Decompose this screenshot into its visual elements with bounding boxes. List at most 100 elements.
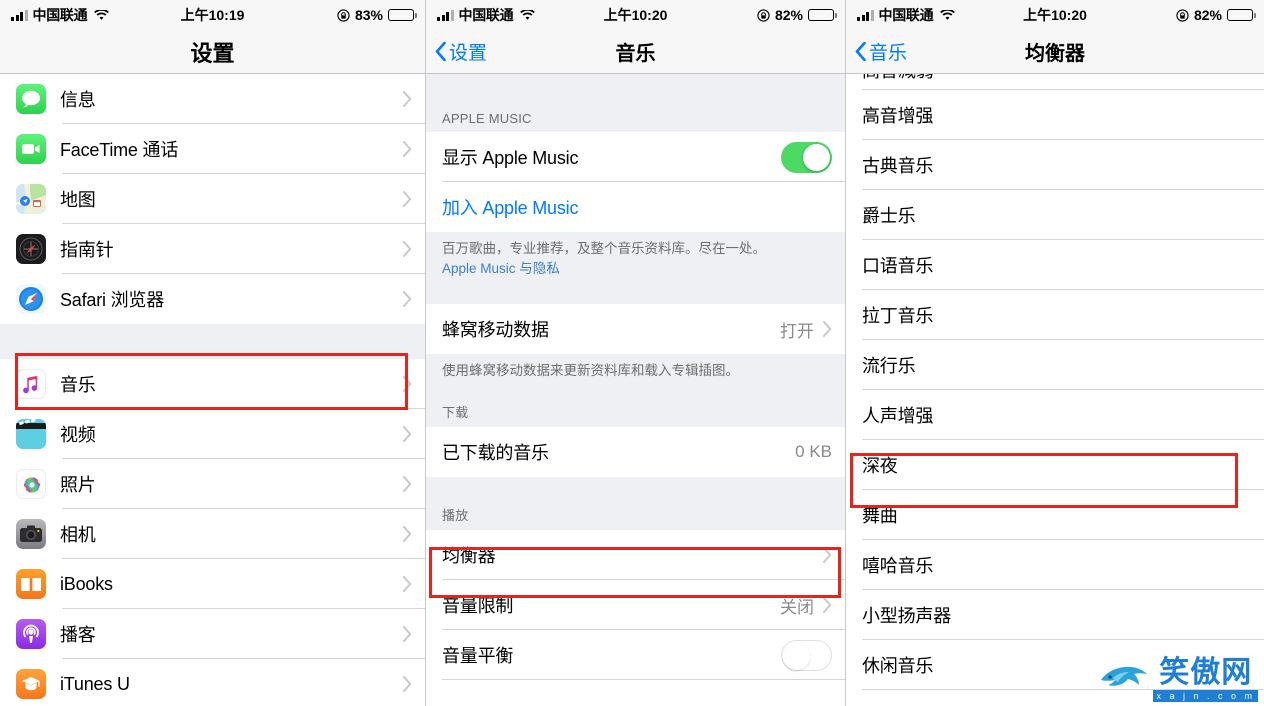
row-downloaded-music[interactable]: 已下载的音乐 0 KB	[426, 427, 845, 477]
row-label: 蜂窝移动数据	[442, 320, 549, 340]
row-label: 高音减弱	[862, 74, 934, 83]
chevron-right-icon	[403, 91, 412, 107]
back-button-label: 设置	[449, 43, 488, 64]
eq-item-jazz[interactable]: 爵士乐	[846, 190, 1264, 240]
chevron-right-icon	[403, 376, 412, 392]
row-accessory: 打开	[780, 317, 845, 342]
sidebar-item-podcasts[interactable]: 播客	[0, 609, 425, 659]
row-accessory	[403, 291, 425, 307]
row-value: 0 KB	[795, 442, 832, 461]
settings-list-group-1: 信息 FaceTime 通话 地图 指南针 Safari 浏览器	[0, 74, 425, 324]
settings-list-group-2: 音乐 视频 照片 相机 iBooks 播客 iTunes U	[0, 359, 425, 706]
row-label: 视频	[60, 425, 96, 445]
eq-item-spoken-word[interactable]: 口语音乐	[846, 240, 1264, 290]
eq-item-treble-boost[interactable]: 高音增强	[846, 90, 1264, 140]
row-accessory	[823, 547, 845, 563]
battery-icon	[1227, 9, 1256, 21]
back-button-music[interactable]: 音乐	[846, 38, 907, 65]
chevron-right-icon	[403, 241, 412, 257]
podcasts-icon	[16, 619, 46, 649]
row-volume-balance[interactable]: 音量平衡	[426, 630, 845, 680]
chevron-right-icon	[403, 526, 412, 542]
row-volume-limit[interactable]: 音量限制 关闭	[426, 580, 845, 630]
equalizer-list: 高音增强 古典音乐 爵士乐 口语音乐 拉丁音乐 流行乐 人声增强 深夜 舞曲 嘻…	[846, 90, 1264, 690]
row-label: 照片	[60, 475, 96, 495]
messages-icon	[16, 84, 46, 114]
itunesu-icon	[16, 669, 46, 699]
panel-music-settings: 中国联通 上午10:20 82% 设置 音乐 APPLE MUSIC 显示 Ap…	[425, 0, 845, 706]
camera-icon	[16, 519, 46, 549]
chevron-right-icon	[403, 576, 412, 592]
nav-bar-3: 音乐 均衡器	[846, 30, 1264, 74]
eq-item-vocal-booster[interactable]: 人声增强	[846, 390, 1264, 440]
group-separator	[426, 477, 845, 502]
watermark-text: 笑傲网 x a j n . c o m	[1153, 658, 1258, 702]
carrier-label: 中国联通	[458, 7, 514, 23]
row-label: 音乐	[60, 375, 96, 395]
eq-item-dance[interactable]: 舞曲	[846, 490, 1264, 540]
row-accessory	[403, 141, 425, 157]
sidebar-item-photos[interactable]: 照片	[0, 459, 425, 509]
show-apple-music-toggle[interactable]	[781, 141, 832, 173]
page-title: 音乐	[615, 43, 656, 65]
status-bar-3: 中国联通 上午10:20 82%	[846, 0, 1264, 30]
apple-music-privacy-link[interactable]: Apple Music 与隐私	[442, 261, 560, 276]
row-label: 播客	[60, 625, 96, 645]
sidebar-item-videos[interactable]: 视频	[0, 409, 425, 459]
eq-item-pop[interactable]: 流行乐	[846, 340, 1264, 390]
volume-balance-toggle[interactable]	[781, 639, 832, 671]
footer-cellular: 使用蜂窝移动数据来更新资料库和载入专辑插图。	[426, 354, 845, 396]
facetime-icon	[16, 134, 46, 164]
sidebar-item-messages[interactable]: 信息	[0, 74, 425, 124]
sidebar-item-facetime[interactable]: FaceTime 通话	[0, 124, 425, 174]
eq-item-classical[interactable]: 古典音乐	[846, 140, 1264, 190]
row-cellular-data[interactable]: 蜂窝移动数据 打开	[426, 304, 845, 354]
row-label: 流行乐	[862, 356, 916, 376]
status-bar-1: 中国联通 上午10:19 83%	[0, 0, 425, 30]
eq-item-small-speakers[interactable]: 小型扬声器	[846, 590, 1264, 640]
status-bar-2: 中国联通 上午10:20 82%	[426, 0, 845, 30]
sidebar-item-maps[interactable]: 地图	[0, 174, 425, 224]
rotation-lock-icon	[337, 8, 350, 22]
row-equalizer[interactable]: 均衡器	[426, 530, 845, 580]
chevron-right-icon	[403, 626, 412, 642]
section-header-download: 下载	[426, 396, 845, 427]
row-label: 加入 Apple Music	[442, 198, 579, 218]
eq-item-late-night[interactable]: 深夜	[846, 440, 1264, 490]
sidebar-item-safari[interactable]: Safari 浏览器	[0, 274, 425, 324]
sidebar-item-ibooks[interactable]: iBooks	[0, 559, 425, 609]
row-label: 相机	[60, 525, 96, 545]
sidebar-item-music[interactable]: 音乐	[0, 359, 425, 409]
row-accessory	[403, 526, 425, 542]
row-label: 音量限制	[442, 596, 514, 616]
row-accessory: 0 KB	[795, 442, 845, 462]
row-accessory: 关闭	[780, 593, 845, 618]
chevron-left-icon	[435, 42, 446, 61]
carrier-label: 中国联通	[878, 7, 934, 23]
row-join-apple-music[interactable]: 加入 Apple Music	[426, 182, 845, 232]
eq-item-latin[interactable]: 拉丁音乐	[846, 290, 1264, 340]
chevron-right-icon	[403, 291, 412, 307]
back-button-settings[interactable]: 设置	[426, 38, 487, 65]
eq-item-hiphop[interactable]: 嘻哈音乐	[846, 540, 1264, 590]
status-left-2: 中国联通	[437, 5, 536, 25]
watermark-logo: 笑傲网 x a j n . c o m	[1097, 658, 1258, 702]
panel-equalizer: 中国联通 上午10:20 82% 音乐 均衡器 高音减弱	[845, 0, 1264, 706]
sidebar-item-compass[interactable]: 指南针	[0, 224, 425, 274]
sidebar-item-itunes-u[interactable]: iTunes U	[0, 659, 425, 706]
row-label: 休闲音乐	[862, 656, 934, 676]
row-accessory	[403, 626, 425, 642]
footer-text: 百万歌曲，专业推荐，及整个音乐资料库。尽在一处。	[442, 241, 766, 256]
signal-bars-icon	[11, 9, 28, 21]
row-label: 地图	[60, 190, 96, 210]
chevron-right-icon	[403, 426, 412, 442]
ibooks-icon	[16, 569, 46, 599]
eq-item-partial[interactable]: 高音减弱	[846, 74, 1264, 90]
row-label: 深夜	[862, 456, 898, 476]
sidebar-item-camera[interactable]: 相机	[0, 509, 425, 559]
row-label: 已下载的音乐	[442, 443, 549, 463]
carrier-label: 中国联通	[32, 7, 88, 23]
row-show-apple-music[interactable]: 显示 Apple Music	[426, 132, 845, 182]
wifi-icon	[940, 9, 956, 21]
group-separator	[0, 324, 425, 359]
